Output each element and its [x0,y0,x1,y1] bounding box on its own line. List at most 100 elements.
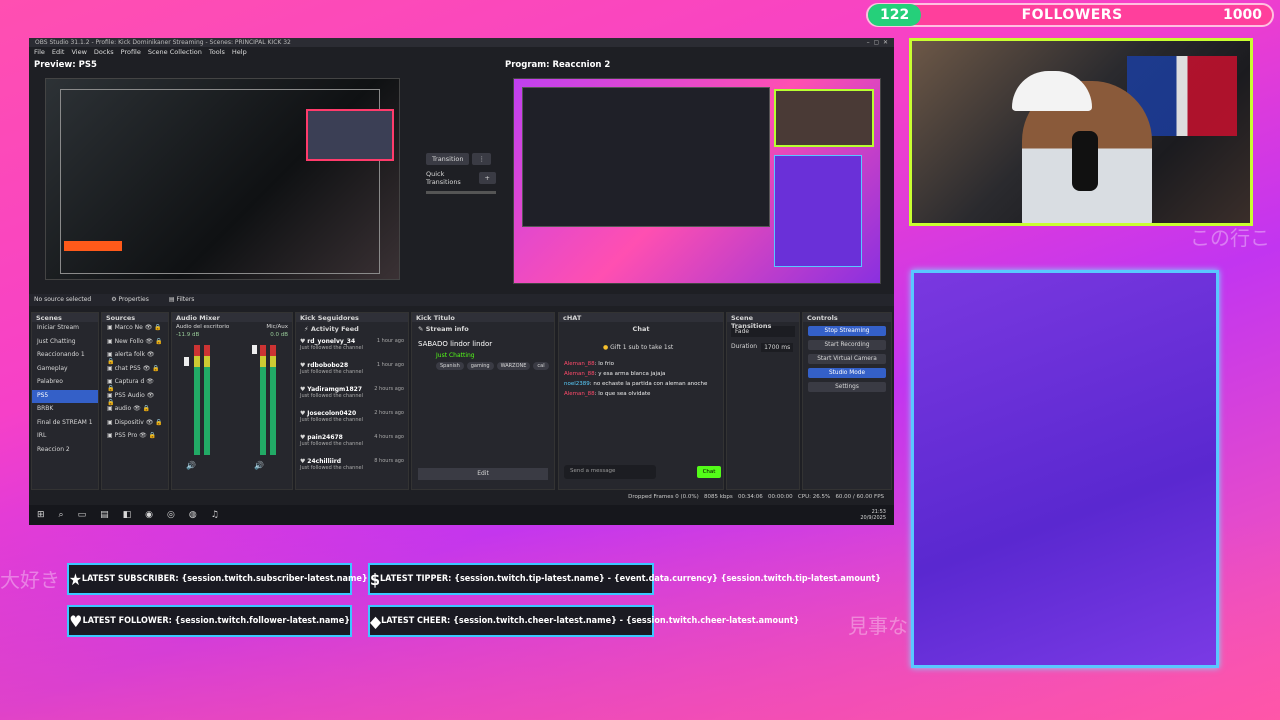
music-app-icon[interactable]: ♫ [211,510,219,520]
source-item[interactable]: ▣ Captura d 👁 🔒 [102,376,168,392]
duration-input[interactable]: 1700 ms [761,343,794,352]
clock-date: 20/9/2025 [860,515,886,521]
eye-icon[interactable]: 👁 [139,432,147,439]
chrome-icon[interactable]: ◉ [145,510,153,520]
follower-text: Just followed the channel [300,465,363,471]
lock-icon[interactable]: 🔒 [107,358,114,365]
source-item[interactable]: ▣ PS5 Audio 👁 🔒 [102,390,168,406]
eye-icon[interactable]: 👁 [145,338,153,345]
eye-icon[interactable]: 👁 [146,419,154,426]
search-icon[interactable]: ⌕ [59,510,64,520]
chat-input[interactable]: Send a message [564,465,656,479]
studio-mode-button[interactable]: Studio Mode [808,368,886,378]
source-item[interactable]: ▣ Dispositiv 👁 🔒 [102,417,168,431]
eye-icon[interactable]: 👁 [147,392,155,399]
eye-icon[interactable]: 👁 [133,405,141,412]
file-explorer-icon[interactable]: ▤ [100,510,109,520]
edit-stream-info-button[interactable]: Edit [418,468,548,480]
menu-edit[interactable]: Edit [52,48,65,56]
transition-menu-icon[interactable]: ⋮ [472,153,491,165]
latest-subscriber-alert: ★ LATEST SUBSCRIBER: {session.twitch.sub… [67,563,368,595]
stop-streaming-button[interactable]: Stop Streaming [808,326,886,336]
menu-scene-collection[interactable]: Scene Collection [148,48,202,56]
kick-title-title: Kick Titulo [412,313,554,322]
transition-panel: Transition ⋮ Quick Transitions + [426,153,496,194]
scene-item[interactable]: BRBK [32,403,98,417]
speaker-icon[interactable]: 🔊 [254,461,264,470]
speaker-icon[interactable]: 🔊 [186,461,196,470]
scene-item[interactable]: IRL [32,430,98,444]
follower-name: rd_yonelvy_34 [307,338,356,345]
chat-message: Aleman_88: y esa arma blanca jajaja [559,369,723,379]
menu-help[interactable]: Help [232,48,247,56]
lock-icon[interactable]: 🔒 [155,338,162,345]
channel-2-fader[interactable] [252,345,257,354]
menu-tools[interactable]: Tools [209,48,225,56]
program-label: Program: Reaccnion 2 [505,60,611,70]
source-item[interactable]: ▣ audio 👁 🔒 [102,403,168,417]
filters-button[interactable]: ▤ Filters [169,296,195,304]
eye-icon[interactable]: 👁 [147,351,155,358]
settings-button[interactable]: Settings [808,382,886,392]
source-label: New Follo [114,337,144,345]
latest-subscriber-text: LATEST SUBSCRIBER: {session.twitch.subsc… [81,574,368,584]
obs-icon[interactable]: ◍ [189,510,197,520]
chat-username[interactable]: noel2389 [564,381,590,387]
task-view-icon[interactable]: ▭ [78,510,87,520]
channel-1-fader[interactable] [184,357,189,366]
chat-username[interactable]: Aleman_88 [564,371,595,377]
source-item[interactable]: ▣ Marco Ne 👁 🔒 [102,322,168,336]
streamer-hat [1012,71,1092,111]
preview-webcam-source[interactable] [306,109,394,161]
start-virtual-camera-button[interactable]: Start Virtual Camera [808,354,886,364]
eye-icon[interactable]: 👁 [146,378,154,385]
properties-button[interactable]: ⚙ Properties [111,296,149,304]
eye-icon[interactable]: 👁 [145,324,153,331]
scene-item[interactable]: Reaccion 2 [32,444,98,458]
window-title: OBS Studio 31.1.2 - Profile: Kick Domini… [35,39,291,46]
transition-button[interactable]: Transition [426,153,470,165]
scene-item[interactable]: Iniciar Stream [32,322,98,336]
lock-icon[interactable]: 🔒 [107,385,114,392]
source-item[interactable]: ▣ PS5 Pro 👁 🔒 [102,430,168,444]
scene-item[interactable]: Palabreo [32,376,98,390]
window-controls[interactable]: – ▢ ✕ [867,39,888,46]
windows-start-icon[interactable]: ⊞ [37,510,45,520]
follower-name: 24chilliird [307,458,342,465]
store-icon[interactable]: ◧ [123,510,132,520]
source-item[interactable]: ▣ New Follo 👁 🔒 [102,336,168,350]
stream-title: SABADO lindor lindor [418,340,493,348]
scene-item[interactable]: Just Chatting [32,336,98,350]
menu-file[interactable]: File [34,48,45,56]
tbar-slider[interactable] [426,191,496,194]
source-label: chat PS5 [114,364,141,372]
activity-feed-label: Activity Feed [310,325,359,333]
add-quick-transition-button[interactable]: + [478,172,496,184]
lock-icon[interactable]: 🔒 [155,419,162,426]
source-item[interactable]: ▣ alerta folk 👁 🔒 [102,349,168,365]
status-bar: Dropped Frames 0 (0.0%) 8085 kbps 00:34:… [29,494,894,503]
chat-send-button[interactable]: Chat [697,466,721,478]
start-recording-button[interactable]: Start Recording [808,340,886,350]
rec-time: 00:00:00 [767,494,793,500]
chat-username[interactable]: Aleman_88 [564,391,595,397]
lock-icon[interactable]: 🔒 [154,324,161,331]
menu-profile[interactable]: Profile [121,48,141,56]
scene-item[interactable]: Gameplay [32,363,98,377]
lock-icon[interactable]: 🔒 [152,365,159,372]
scenes-title: Scenes [32,313,98,322]
edge-icon[interactable]: ◎ [167,510,175,520]
chat-username[interactable]: Aleman_88 [564,361,595,367]
preview-canvas[interactable] [45,78,400,280]
eye-icon[interactable]: 👁 [143,365,151,372]
follower-name: rdbobobo28 [307,362,349,369]
lock-icon[interactable]: 🔒 [149,432,156,439]
scene-item[interactable]: Reaccionando 1 [32,349,98,363]
lock-icon[interactable]: 🔒 [143,405,150,412]
menu-docks[interactable]: Docks [94,48,114,56]
scene-item[interactable]: Final de STREAM 1 [32,417,98,431]
gift-banner[interactable]: ● Gift 1 sub to take 1st [559,336,723,359]
scene-item-selected[interactable]: PS5 [32,389,98,403]
source-item[interactable]: ▣ chat PS5 👁 🔒 [102,363,168,377]
menu-view[interactable]: View [71,48,86,56]
